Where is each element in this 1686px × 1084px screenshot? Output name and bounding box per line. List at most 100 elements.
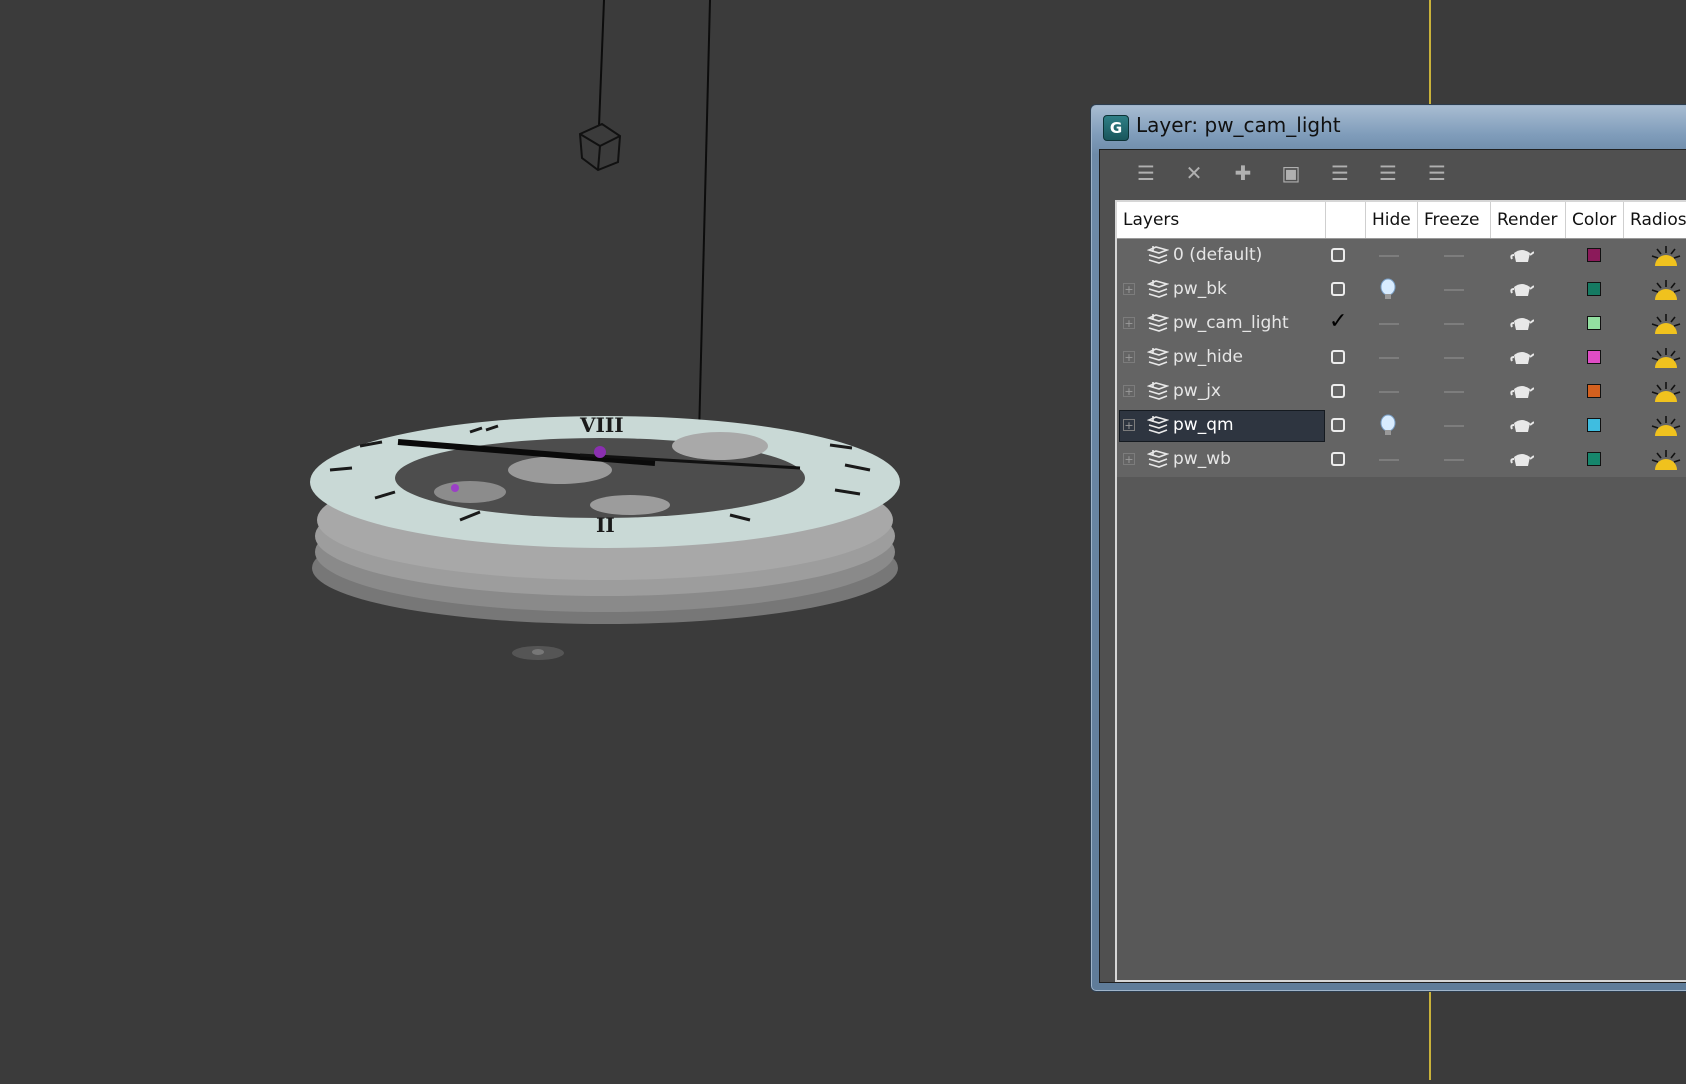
expand-icon[interactable]: +	[1123, 351, 1135, 363]
layer-icon	[1146, 448, 1170, 470]
delete-layer-button[interactable]: ✕	[1178, 159, 1210, 187]
set-current-box[interactable]	[1331, 248, 1345, 262]
dialog-title: Layer: pw_cam_light	[1136, 113, 1341, 137]
freeze-toggle[interactable]	[1444, 357, 1464, 359]
freeze-toggle[interactable]	[1444, 425, 1464, 427]
column-header-color[interactable]: Color	[1566, 202, 1624, 238]
camera-gizmo-icon[interactable]	[578, 122, 622, 172]
layer-row[interactable]: + pw_cam_light ✓	[1117, 307, 1686, 341]
dialog-titlebar[interactable]: G Layer: pw_cam_light	[1091, 105, 1686, 145]
hidden-bulb-icon[interactable]	[1379, 414, 1397, 438]
layer-name[interactable]: pw_hide	[1173, 345, 1243, 369]
target-wire	[698, 0, 711, 437]
radiosity-icon[interactable]	[1649, 346, 1683, 370]
column-header-radiosity[interactable]: Radios	[1624, 202, 1686, 238]
highlight-layer-icon: ☰	[1331, 161, 1349, 185]
freeze-all-button[interactable]: ☰	[1421, 159, 1453, 187]
layer-color-swatch[interactable]	[1587, 418, 1601, 432]
select-objects-button[interactable]: ▣	[1275, 159, 1307, 187]
layer-name[interactable]: 0 (default)	[1173, 243, 1262, 267]
column-header-layers[interactable]: Layers	[1117, 202, 1326, 238]
render-teapot-icon[interactable]	[1510, 281, 1535, 299]
set-current-box[interactable]	[1331, 384, 1345, 398]
render-teapot-icon[interactable]	[1510, 451, 1535, 469]
set-current-box[interactable]	[1331, 452, 1345, 466]
layer-color-swatch[interactable]	[1587, 248, 1601, 262]
hide-toggle[interactable]	[1379, 357, 1399, 359]
layer-icon	[1146, 312, 1170, 334]
column-header-freeze[interactable]: Freeze	[1418, 202, 1491, 238]
freeze-toggle[interactable]	[1444, 289, 1464, 291]
set-current-box[interactable]	[1331, 350, 1345, 364]
layer-color-swatch[interactable]	[1587, 384, 1601, 398]
numeral-viii: VIII	[579, 413, 624, 437]
freeze-toggle[interactable]	[1444, 323, 1464, 325]
expand-icon[interactable]: +	[1123, 283, 1135, 295]
watch-model[interactable]: VIII II	[310, 413, 900, 660]
column-header-current[interactable]	[1326, 202, 1366, 238]
delete-icon: ✕	[1185, 161, 1203, 185]
hide-toggle[interactable]	[1379, 323, 1399, 325]
column-header-hide[interactable]: Hide	[1366, 202, 1418, 238]
layer-name[interactable]: pw_cam_light	[1173, 311, 1289, 335]
render-teapot-icon[interactable]	[1510, 383, 1535, 401]
highlight-layer-button[interactable]: ☰	[1324, 159, 1356, 187]
axis-line-bottom	[1429, 990, 1431, 1080]
expand-icon[interactable]: +	[1123, 317, 1135, 329]
render-teapot-icon[interactable]	[1510, 247, 1535, 265]
layer-row[interactable]: + pw_wb	[1117, 443, 1686, 477]
layer-name[interactable]: pw_bk	[1173, 277, 1227, 301]
expand-icon[interactable]: +	[1123, 419, 1135, 431]
layer-color-swatch[interactable]	[1587, 452, 1601, 466]
layer-icon	[1146, 244, 1170, 266]
hide-toggle[interactable]	[1379, 255, 1399, 257]
app-icon[interactable]: G	[1103, 115, 1129, 141]
layer-name[interactable]: pw_qm	[1173, 413, 1234, 437]
layer-row[interactable]: + pw_hide	[1117, 341, 1686, 375]
current-layer-check-icon[interactable]: ✓	[1329, 309, 1347, 334]
freeze-all-icon: ☰	[1428, 161, 1446, 185]
layer-name[interactable]: pw_wb	[1173, 447, 1231, 471]
hide-all-button[interactable]: ☰	[1372, 159, 1404, 187]
render-teapot-icon[interactable]	[1510, 417, 1535, 435]
expand-icon[interactable]: +	[1123, 453, 1135, 465]
column-header-render[interactable]: Render	[1491, 202, 1566, 238]
radiosity-icon[interactable]	[1649, 380, 1683, 404]
layer-row[interactable]: 0 (default)	[1117, 239, 1686, 273]
layer-color-swatch[interactable]	[1587, 316, 1601, 330]
radiosity-icon[interactable]	[1649, 278, 1683, 302]
layer-name[interactable]: pw_jx	[1173, 379, 1221, 403]
hide-toggle[interactable]	[1379, 459, 1399, 461]
add-selected-button[interactable]: ✚	[1227, 159, 1259, 187]
layer-toolbar: ☰ ✕ ✚ ▣ ☰ ☰ ☰	[1100, 150, 1686, 196]
freeze-toggle[interactable]	[1444, 255, 1464, 257]
layer-row[interactable]: + pw_qm	[1117, 409, 1686, 443]
radiosity-icon[interactable]	[1649, 414, 1683, 438]
layer-icon	[1146, 346, 1170, 368]
add-selected-icon: ✚	[1234, 161, 1252, 185]
camera-wire	[598, 0, 605, 127]
hidden-bulb-icon[interactable]	[1379, 278, 1397, 302]
radiosity-icon[interactable]	[1649, 448, 1683, 472]
set-current-box[interactable]	[1331, 282, 1345, 296]
freeze-toggle[interactable]	[1444, 459, 1464, 461]
numeral-ii: II	[596, 513, 615, 537]
layer-color-swatch[interactable]	[1587, 350, 1601, 364]
dialog-client: ☰ ✕ ✚ ▣ ☰ ☰ ☰ Layers Hide Freeze Render …	[1099, 149, 1686, 983]
layer-manager-dialog[interactable]: G Layer: pw_cam_light ☰ ✕ ✚ ▣ ☰ ☰ ☰ Laye…	[1090, 104, 1686, 992]
hide-toggle[interactable]	[1379, 391, 1399, 393]
layer-row[interactable]: + pw_bk	[1117, 273, 1686, 307]
render-teapot-icon[interactable]	[1510, 315, 1535, 333]
layer-row[interactable]: + pw_jx	[1117, 375, 1686, 409]
new-layer-icon: ☰	[1137, 161, 1155, 185]
set-current-box[interactable]	[1331, 418, 1345, 432]
select-objects-icon: ▣	[1281, 161, 1301, 185]
layer-list[interactable]: Layers Hide Freeze Render Color Radios 0…	[1115, 200, 1686, 982]
freeze-toggle[interactable]	[1444, 391, 1464, 393]
radiosity-icon[interactable]	[1649, 244, 1683, 268]
layer-color-swatch[interactable]	[1587, 282, 1601, 296]
radiosity-icon[interactable]	[1649, 312, 1683, 336]
expand-icon[interactable]: +	[1123, 385, 1135, 397]
new-layer-button[interactable]: ☰	[1130, 159, 1162, 187]
render-teapot-icon[interactable]	[1510, 349, 1535, 367]
